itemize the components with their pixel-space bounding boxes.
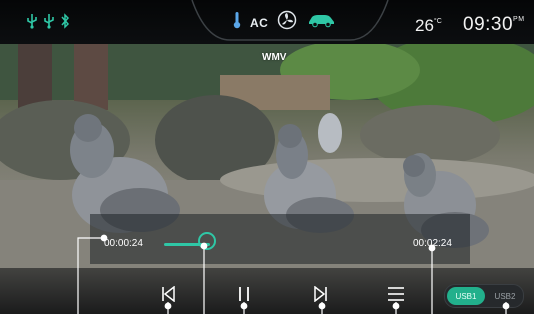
usb1-option[interactable]: USB1 bbox=[447, 287, 485, 305]
previous-button[interactable] bbox=[158, 284, 178, 307]
elapsed-time: 00:00:24 bbox=[104, 238, 143, 249]
fan-icon bbox=[277, 10, 297, 35]
usb-source-toggle[interactable]: USB1 USB2 bbox=[444, 284, 524, 308]
pause-icon bbox=[237, 286, 251, 307]
usb-icon bbox=[43, 13, 55, 34]
video-frame[interactable] bbox=[0, 0, 534, 314]
previous-icon bbox=[161, 284, 175, 307]
temperature-icon bbox=[233, 11, 241, 34]
progress-panel: 00:00:24 00:02:24 bbox=[90, 214, 470, 264]
temperature-readout: 26°C bbox=[415, 16, 442, 36]
bluetooth-icon bbox=[60, 13, 70, 34]
clock-period: PM bbox=[513, 16, 525, 23]
status-bar: AC 26°C 09:30PM bbox=[0, 0, 534, 44]
clock: 09:30PM bbox=[463, 14, 525, 36]
climate-status: AC bbox=[233, 10, 336, 35]
clock-time: 09:30 bbox=[463, 14, 514, 35]
temperature-unit: °C bbox=[433, 18, 442, 25]
playlist-button[interactable] bbox=[386, 286, 406, 306]
temperature-value: 26 bbox=[415, 16, 434, 35]
usb2-option[interactable]: USB2 bbox=[489, 287, 521, 305]
total-time: 00:02:24 bbox=[413, 238, 452, 249]
next-button[interactable] bbox=[311, 284, 331, 307]
video-image bbox=[0, 35, 534, 314]
pause-button[interactable] bbox=[234, 286, 254, 306]
next-icon bbox=[314, 284, 328, 307]
ac-label: AC bbox=[250, 15, 269, 30]
video-format-label: WMV bbox=[262, 52, 287, 63]
system-icons bbox=[26, 13, 70, 34]
usb-icon bbox=[26, 13, 38, 34]
media-player-screen: AC 26°C 09:30PM WMV 00:00:24 00:02:24 US… bbox=[0, 0, 534, 314]
progress-knob[interactable] bbox=[198, 232, 216, 250]
car-air-icon bbox=[306, 12, 336, 33]
playlist-icon bbox=[387, 286, 405, 307]
